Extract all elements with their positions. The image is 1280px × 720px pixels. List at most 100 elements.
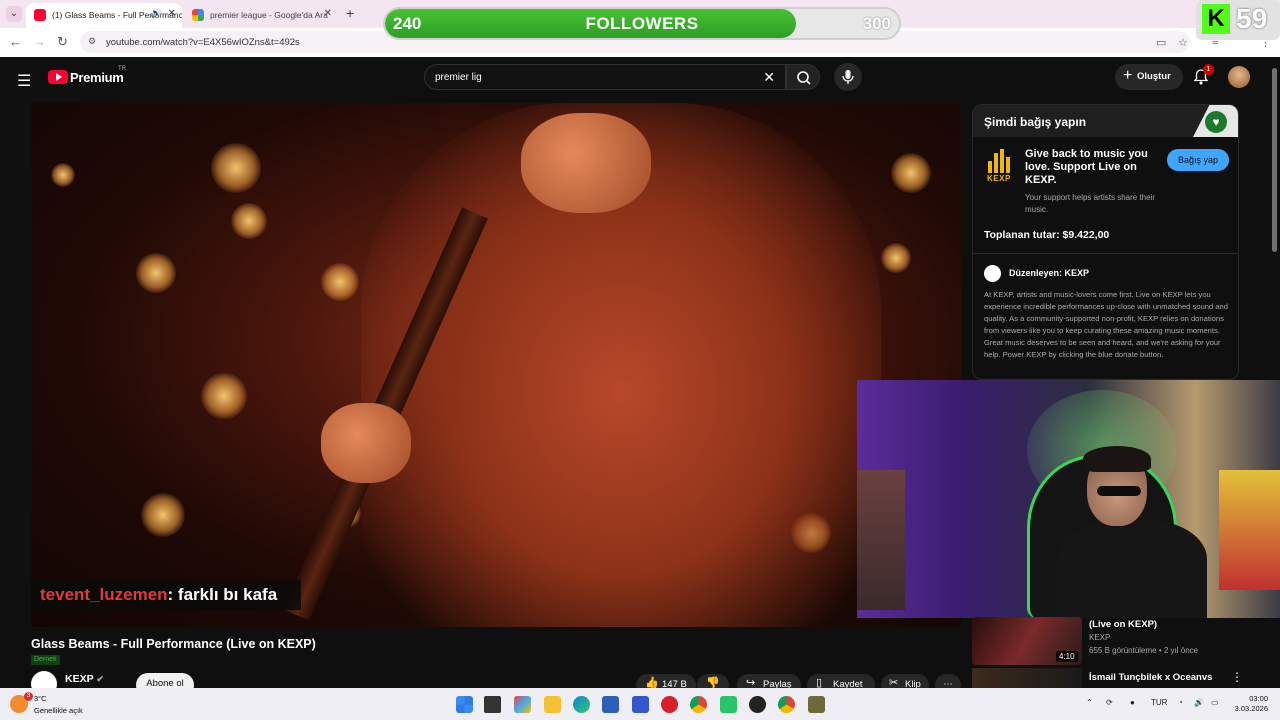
tab-search-button[interactable]: ⌄ [6, 6, 22, 22]
microphone-icon [842, 70, 854, 84]
performer-hand [521, 113, 651, 213]
channel-name[interactable]: KEXP ✔ [65, 673, 104, 685]
tab-youtube[interactable]: (1) Glass Beams - Full Performance (Live… [26, 3, 182, 28]
search-button[interactable] [786, 64, 820, 90]
volume-icon[interactable]: 🔊 [1194, 698, 1204, 707]
kick-logo-icon: K [1202, 4, 1230, 34]
tab-google[interactable]: premier league - Google'da Ara ✕ [184, 3, 338, 28]
region-code: TR [118, 66, 126, 72]
video-duration: 4:10 [1056, 651, 1078, 662]
chat-username: tevent_luzemen [40, 585, 168, 604]
windows-taskbar: 3 3°C Genellikle açık ⌃ ⟳ ● TUR ◔ 🔊 ▭ 03… [0, 688, 1280, 720]
battery-icon[interactable]: ▭ [1211, 698, 1219, 707]
donation-header: Şimdi bağış yapın ♥ [973, 105, 1238, 137]
recommendation-title[interactable]: (Live on KEXP) [1089, 619, 1157, 630]
donation-title: Şimdi bağış yapın [984, 115, 1087, 129]
youtube-brand[interactable]: Premium [70, 70, 124, 85]
recommendation-item[interactable]: 4:10 (Live on KEXP) KEXP 655 B görüntüle… [972, 617, 1272, 665]
forward-icon[interactable]: → [33, 34, 46, 49]
verified-icon: ✔ [96, 674, 104, 684]
bookmark-star-icon[interactable]: ☆ [1178, 36, 1188, 49]
speaker-icon[interactable]: 🔊 [151, 8, 162, 19]
bokeh-light [891, 153, 931, 193]
task-view-icon[interactable] [484, 696, 501, 713]
kexp-logo-text: KEXP [987, 174, 1011, 183]
donate-button[interactable]: Bağış yap [1167, 149, 1229, 171]
streamer-webcam [857, 380, 1280, 618]
video-player[interactable]: tevent_luzemen: farklı bı kafa [31, 103, 961, 627]
page-scrollbar[interactable] [1272, 68, 1277, 252]
search-icon [797, 71, 811, 85]
video-thumbnail[interactable] [972, 668, 1082, 688]
recommendation-item[interactable]: İsmail Tunçbilek x Oceanvs ⋮ [972, 668, 1272, 688]
bokeh-light [51, 163, 75, 187]
store-icon[interactable] [602, 696, 619, 713]
recommendation-meta: 655 B görüntüleme • 2 yıl önce [1089, 646, 1199, 655]
system-clock[interactable]: 03:00 3.03.2026 [1232, 694, 1268, 714]
chrome-profile-icon[interactable] [778, 696, 795, 713]
followers-label: FOLLOWERS [585, 14, 699, 33]
video-title: Glass Beams - Full Performance (Live on … [31, 637, 316, 651]
copilot-icon[interactable] [514, 696, 531, 713]
language-indicator[interactable]: TUR [1151, 698, 1167, 707]
start-icon[interactable] [456, 696, 473, 713]
opera-icon[interactable] [661, 696, 678, 713]
cast-icon[interactable]: ▭ [1156, 36, 1166, 49]
bokeh-light [321, 263, 359, 301]
tab-title: premier league - Google'da Ara [210, 10, 328, 20]
recommendation-channel[interactable]: KEXP [1089, 633, 1110, 642]
back-icon[interactable]: ← [9, 34, 22, 49]
bokeh-light [881, 243, 911, 273]
clear-search-icon[interactable]: ✕ [763, 69, 775, 86]
reload-icon[interactable]: ↻ [57, 34, 68, 50]
weather-temp: 3°C [34, 694, 47, 703]
kick-app-icon[interactable] [720, 696, 737, 713]
donation-description: At KEXP, artists and music-lovers come f… [984, 290, 1228, 359]
recommendation-title[interactable]: İsmail Tunçbilek x Oceanvs [1089, 672, 1212, 683]
donation-panel: Şimdi bağış yapın ♥ KEXP Give back to mu… [972, 104, 1239, 380]
wifi-icon[interactable]: ◔ [1178, 698, 1183, 707]
notifications-button[interactable]: 1 [1193, 64, 1214, 91]
tab-title: (1) Glass Beams - Full Performance (Live… [52, 10, 182, 20]
search-input[interactable]: premier lig ✕ [424, 64, 786, 90]
organizer-icon [984, 265, 1001, 282]
followers-goal-bar: 240 FOLLOWERS 300 [383, 7, 901, 40]
chat-message: : farklı bı kafa [167, 585, 278, 604]
tray-app-icon[interactable]: ● [1130, 698, 1135, 707]
file-explorer-icon[interactable] [544, 696, 561, 713]
kick-count: 59 [1236, 3, 1268, 34]
search-value: premier lig [435, 72, 482, 83]
new-tab-button[interactable]: + [346, 5, 354, 21]
chrome-icon[interactable] [690, 696, 707, 713]
create-button[interactable]: + Oluştur [1115, 64, 1183, 90]
show-hidden-icons-icon[interactable]: ⌃ [1086, 698, 1093, 707]
kexp-logo-icon: KEXP [987, 149, 1015, 183]
close-tab-icon[interactable]: ✕ [168, 8, 176, 19]
followers-goal: 300 [862, 14, 891, 33]
app-icon[interactable] [808, 696, 825, 713]
teams-icon[interactable] [632, 696, 649, 713]
donation-pitch: Give back to music you love. Support Liv… [1025, 148, 1148, 186]
bokeh-light [136, 253, 176, 293]
kick-viewer-counter: K 59 [1196, 0, 1280, 40]
more-options-icon[interactable]: ⋮ [1231, 670, 1243, 684]
sync-icon[interactable]: ⟳ [1106, 698, 1113, 707]
wall-poster [1219, 470, 1280, 590]
close-tab-icon[interactable]: ✕ [324, 8, 332, 19]
site-info-icon[interactable]: ⚙ [88, 36, 96, 47]
bokeh-light [201, 373, 247, 419]
guide-menu-icon[interactable]: ☰ [17, 71, 31, 91]
divider [973, 253, 1238, 254]
edge-icon[interactable] [573, 696, 590, 713]
youtube-logo-icon[interactable] [48, 70, 68, 84]
account-avatar[interactable] [1228, 66, 1250, 88]
notification-badge: 1 [1203, 64, 1214, 75]
sunglasses [1097, 486, 1141, 496]
obs-icon[interactable] [749, 696, 766, 713]
weather-badge: 3 [24, 692, 33, 701]
plus-icon: + [1123, 67, 1133, 84]
voice-search-button[interactable] [834, 63, 862, 91]
clock-date: 3.03.2026 [1234, 704, 1268, 713]
channel-name-text: KEXP [65, 673, 94, 685]
bokeh-light [231, 203, 267, 239]
